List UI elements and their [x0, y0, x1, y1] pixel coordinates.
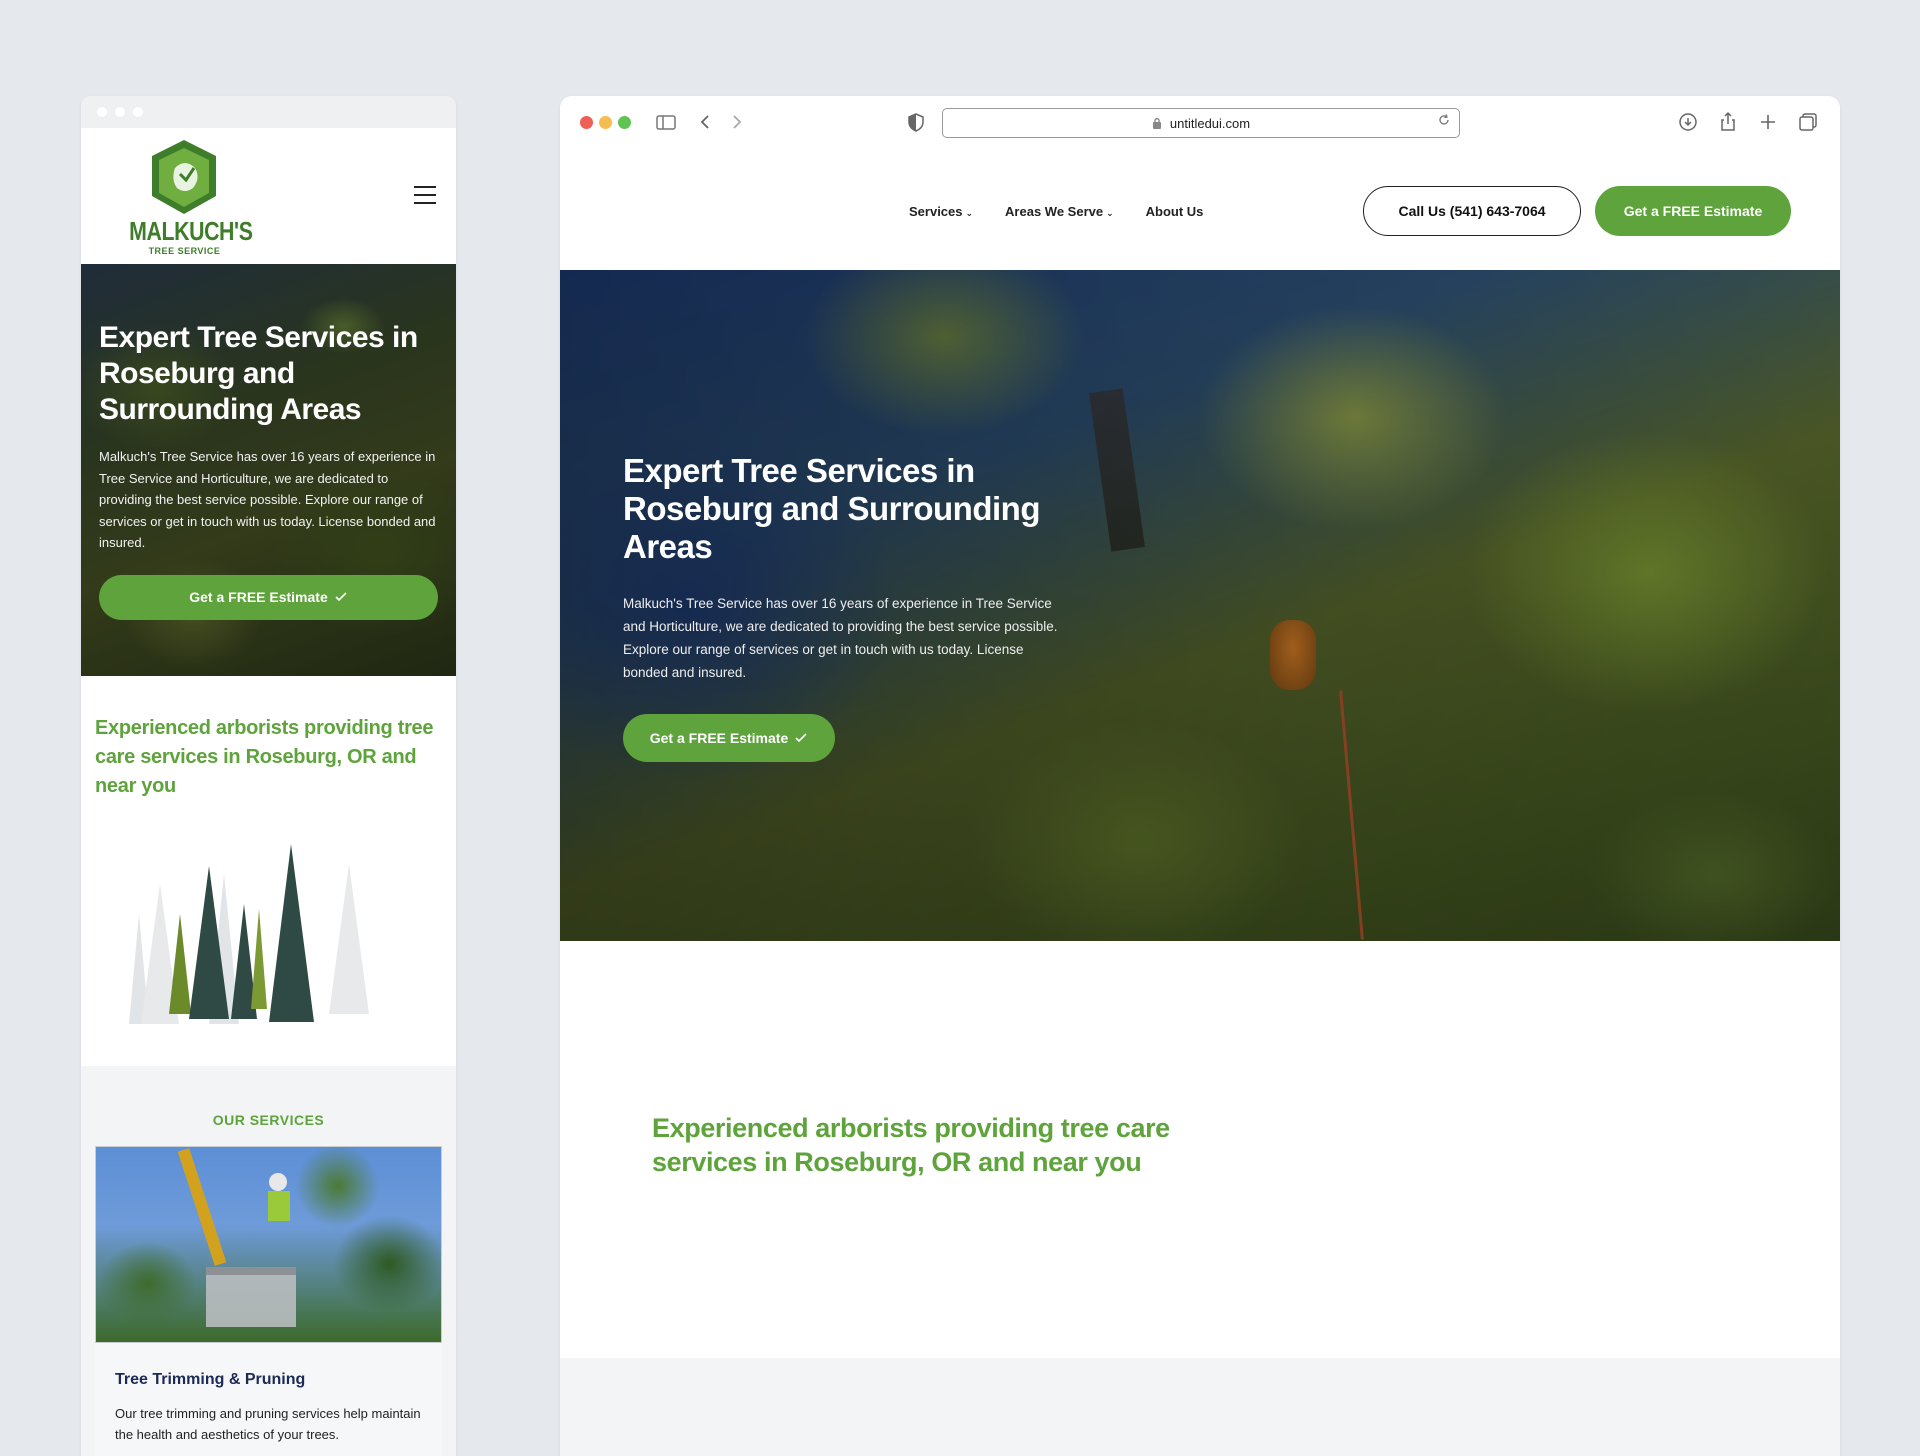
call-us-button[interactable]: Call Us (541) 643-7064: [1363, 186, 1581, 236]
reload-icon[interactable]: [1437, 113, 1451, 127]
window-dot: [115, 107, 125, 117]
logo-emblem-icon: [152, 140, 216, 214]
mobile-hero-estimate-button[interactable]: Get a FREE Estimate: [99, 574, 438, 620]
service-card-photo: [95, 1146, 442, 1343]
nav-item-about-us[interactable]: About Us: [1146, 204, 1204, 219]
download-icon[interactable]: [1676, 110, 1700, 134]
mobile-preview-frame: MALKUCH'S TREE SERVICE Expert Tree Servi…: [81, 96, 456, 1456]
mobile-intro-section: Experienced arborists providing tree car…: [81, 676, 456, 1066]
logo-tagline: TREE SERVICE: [148, 246, 221, 256]
address-bar[interactable]: untitledui.com: [942, 108, 1460, 138]
browser-toolbar: untitledui.com: [560, 96, 1840, 148]
site-logo[interactable]: MALKUCH'S TREE SERVICE: [117, 138, 253, 260]
back-arrow-icon[interactable]: [694, 110, 718, 134]
desktop-hero-cta-label: Get a FREE Estimate: [649, 730, 789, 746]
desktop-intro-section: Experienced arborists providing tree car…: [560, 941, 1840, 1358]
mobile-hero: Expert Tree Services in Roseburg and Sur…: [81, 264, 456, 676]
close-window-button[interactable]: [580, 116, 593, 129]
address-bar-url: untitledui.com: [1169, 115, 1251, 131]
services-eyebrow: OUR SERVICES: [212, 1112, 325, 1128]
bucket-truck-photo: [177, 1148, 296, 1327]
primary-menu: Services ⌄ Areas We Serve ⌄ About Us: [909, 204, 1203, 219]
tab-overview-icon[interactable]: [1796, 110, 1820, 134]
desktop-browser-window: untitledui.com Services ⌄ Areas We Serve ⌄…: [560, 96, 1840, 1456]
window-dot: [133, 107, 143, 117]
desktop-hero-title: Expert Tree Services in Roseburg and Sur…: [623, 452, 1040, 565]
service-card[interactable]: Tree Trimming & Pruning Our tree trimmin…: [95, 1146, 442, 1456]
desktop-hero-body: Malkuch's Tree Service has over 16 years…: [623, 596, 1058, 680]
chevron-down-icon: ⌄: [1106, 208, 1114, 218]
nav-item-label: About Us: [1145, 204, 1204, 219]
nav-item-services[interactable]: Services ⌄: [909, 204, 973, 219]
service-card-title[interactable]: Tree Trimming & Pruning: [115, 1371, 442, 1389]
climbing-rope: [1339, 690, 1364, 940]
check-icon: [335, 592, 347, 602]
maximize-window-button[interactable]: [618, 116, 631, 129]
nav-item-areas-we-serve[interactable]: Areas We Serve ⌄: [1005, 204, 1114, 219]
mobile-hero-cta-label: Get a FREE Estimate: [189, 589, 328, 605]
sidebar-toggle-icon[interactable]: [654, 110, 678, 134]
mobile-hero-body: Malkuch's Tree Service has over 16 years…: [99, 449, 436, 550]
forward-arrow-icon[interactable]: [724, 110, 748, 134]
arborist-figure: [1270, 620, 1316, 690]
mobile-window-chrome: [81, 96, 456, 128]
mobile-site-header: MALKUCH'S TREE SERVICE: [81, 128, 456, 264]
desktop-hero: Expert Tree Services in Roseburg and Sur…: [560, 270, 1840, 941]
mobile-intro-headline: Experienced arborists providing tree car…: [95, 717, 434, 797]
nav-item-label: Services: [909, 204, 963, 219]
desktop-hero-estimate-button[interactable]: Get a FREE Estimate: [623, 714, 835, 762]
service-card-body: Our tree trimming and pruning services h…: [115, 1406, 421, 1442]
shield-icon[interactable]: [904, 110, 928, 134]
logo-wordmark: MALKUCH'S: [129, 216, 253, 246]
minimize-window-button[interactable]: [599, 116, 612, 129]
lock-icon: [1152, 117, 1161, 129]
nav-item-label: Areas We Serve: [1005, 204, 1104, 219]
next-section-preview: [560, 1358, 1840, 1456]
pine-trees-illustration: [129, 844, 369, 1024]
chevron-down-icon: ⌄: [965, 208, 974, 218]
new-tab-icon[interactable]: [1756, 110, 1780, 134]
hamburger-menu-icon[interactable]: [414, 186, 436, 206]
mobile-hero-title: Expert Tree Services in Roseburg and Sur…: [99, 321, 418, 426]
mobile-services-section: OUR SERVICES Tree Trimming & Pruning Our…: [81, 1066, 456, 1456]
share-icon[interactable]: [1716, 110, 1740, 134]
site-navigation: Services ⌄ Areas We Serve ⌄ About Us Call …: [560, 148, 1840, 270]
desktop-intro-headline: Experienced arborists providing tree car…: [652, 1113, 1170, 1177]
window-dot: [97, 107, 107, 117]
check-icon: [795, 733, 807, 743]
header-estimate-button[interactable]: Get a FREE Estimate: [1595, 186, 1791, 236]
